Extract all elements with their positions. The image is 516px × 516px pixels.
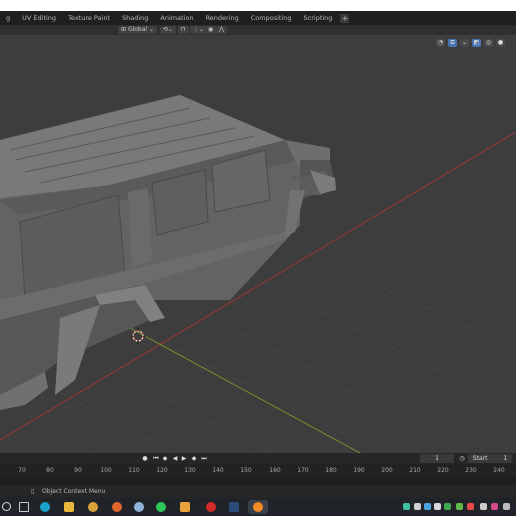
model-emblem: 〰 bbox=[292, 175, 297, 181]
timeline-tick: 200 bbox=[381, 467, 393, 474]
media-app-icon[interactable] bbox=[178, 500, 192, 514]
viewport-scene: 〰 bbox=[0, 95, 516, 453]
blender-taskbar-icon[interactable] bbox=[248, 500, 268, 514]
snap-icon: ⋮⌄ bbox=[193, 26, 205, 33]
timeline-tick: 120 bbox=[156, 467, 168, 474]
timeline-tick: 110 bbox=[128, 467, 140, 474]
start-value: 1 bbox=[503, 455, 508, 462]
video-app-icon[interactable] bbox=[227, 500, 241, 514]
context-menu-hint: Object Context Menu bbox=[42, 488, 106, 495]
tab-uv-editing[interactable]: UV Editing bbox=[16, 11, 62, 25]
timeline-tick: 230 bbox=[465, 467, 477, 474]
tray-app-icon[interactable] bbox=[403, 503, 410, 510]
timeline-tick: 80 bbox=[46, 467, 54, 474]
tray-app2-icon[interactable] bbox=[491, 503, 498, 510]
search-icon[interactable] bbox=[0, 500, 14, 514]
playback-bar: ● ⏮ ◆ ◀ ▶ ◆ ⏭ 1 ◷ Start 1 bbox=[0, 453, 516, 464]
tray-volume-icon[interactable] bbox=[480, 503, 487, 510]
pivot-icon: ⟲⌄ bbox=[163, 26, 174, 33]
pivot-point-dropdown[interactable]: ⟲⌄ bbox=[160, 26, 177, 34]
next-key-icon[interactable]: ◆ bbox=[190, 455, 198, 463]
tray-green-icon[interactable] bbox=[444, 503, 451, 510]
view-icon[interactable]: ◔ bbox=[436, 38, 445, 47]
opera-icon[interactable] bbox=[204, 500, 218, 514]
record-icon[interactable]: ● bbox=[141, 455, 149, 463]
prev-key-icon[interactable]: ◆ bbox=[161, 455, 169, 463]
timeline-tick: 140 bbox=[212, 467, 224, 474]
timeline-tick: 180 bbox=[325, 467, 337, 474]
timeline-area[interactable] bbox=[0, 477, 516, 485]
3d-cursor-icon[interactable] bbox=[130, 328, 146, 344]
tray-chat-icon[interactable] bbox=[503, 503, 510, 510]
proportional-edit-toggle[interactable]: ◉ bbox=[205, 26, 217, 34]
file-explorer-icon[interactable] bbox=[62, 500, 76, 514]
jump-start-icon[interactable]: ⏮ bbox=[152, 455, 160, 463]
os-taskbar bbox=[0, 498, 516, 516]
timeline-tick: 170 bbox=[297, 467, 309, 474]
tray-cloud-icon[interactable] bbox=[434, 503, 441, 510]
timeline-tick: 70 bbox=[18, 467, 26, 474]
play-icon[interactable]: ▶ bbox=[180, 455, 188, 463]
current-frame-field[interactable]: 1 bbox=[420, 454, 454, 463]
timeline-tick: 220 bbox=[437, 467, 449, 474]
mouse-icon: ▯ bbox=[31, 488, 35, 495]
timeline-tick: 100 bbox=[100, 467, 112, 474]
start-label: Start bbox=[472, 455, 488, 462]
shading-solid-icon[interactable]: ● bbox=[496, 38, 505, 47]
firefox-icon[interactable] bbox=[110, 500, 124, 514]
orientation-label: Global bbox=[127, 26, 148, 33]
whatsapp-icon[interactable] bbox=[154, 500, 168, 514]
task-view-icon[interactable] bbox=[17, 500, 31, 514]
stopwatch-icon[interactable]: ◷ bbox=[458, 455, 466, 463]
status-bar: ▯ Object Context Menu bbox=[0, 485, 516, 498]
start-frame-field[interactable]: Start 1 bbox=[468, 454, 512, 463]
tab-rendering[interactable]: Rendering bbox=[200, 11, 245, 25]
tray-lock-icon[interactable] bbox=[414, 503, 421, 510]
tab-texture-paint[interactable]: Texture Paint bbox=[62, 11, 116, 25]
3d-viewport[interactable]: 〰 bbox=[0, 35, 516, 453]
tray-notification-icon[interactable] bbox=[467, 503, 474, 510]
workspace-tab-bar: g UV Editing Texture Paint Shading Anima… bbox=[0, 11, 516, 25]
tray-network-icon[interactable] bbox=[456, 503, 463, 510]
timeline-tick: 130 bbox=[184, 467, 196, 474]
play-reverse-icon[interactable]: ◀ bbox=[171, 455, 179, 463]
timeline-tick: 190 bbox=[353, 467, 365, 474]
viewport-header: ⊞ Global ⌄ ⟲⌄ ⊓ ⋮⌄ ◉ ⋀ bbox=[0, 25, 516, 35]
snap-toggle[interactable]: ⊓ bbox=[178, 26, 189, 34]
tab-compositing[interactable]: Compositing bbox=[245, 11, 298, 25]
proportional-icon: ◉ bbox=[208, 26, 214, 33]
timeline-tick: 210 bbox=[409, 467, 421, 474]
xray-icon[interactable]: ◩ bbox=[472, 38, 481, 47]
tab-layout[interactable]: g bbox=[0, 11, 16, 25]
add-workspace-button[interactable]: + bbox=[340, 13, 350, 23]
orientation-icon: ⊞ bbox=[121, 26, 128, 33]
viewport-overlays: ◔ ⧉ ⌄ ◩ ◎ ● bbox=[436, 38, 505, 47]
edge-icon[interactable] bbox=[38, 500, 52, 514]
falloff-icon: ⋀ bbox=[219, 26, 224, 33]
timeline-tick: 150 bbox=[240, 467, 252, 474]
chrome-icon[interactable] bbox=[86, 500, 100, 514]
jump-end-icon[interactable]: ⏭ bbox=[200, 455, 208, 463]
window-top-strip bbox=[0, 0, 516, 11]
magnet-icon: ⊓ bbox=[181, 26, 186, 33]
tray-monitor-icon[interactable] bbox=[424, 503, 431, 510]
tab-animation[interactable]: Animation bbox=[154, 11, 199, 25]
settings-app-icon[interactable] bbox=[132, 500, 146, 514]
tab-scripting[interactable]: Scripting bbox=[298, 11, 339, 25]
shading-wireframe-icon[interactable]: ◎ bbox=[484, 38, 493, 47]
tab-shading[interactable]: Shading bbox=[116, 11, 154, 25]
falloff-dropdown[interactable]: ⋀ bbox=[216, 26, 227, 34]
jeep-model[interactable]: 〰 bbox=[0, 95, 336, 410]
timeline-tick: 90 bbox=[74, 467, 82, 474]
timeline-tick: 160 bbox=[269, 467, 281, 474]
overlay-dropdown-icon[interactable]: ⌄ bbox=[460, 38, 469, 47]
transform-orientation-dropdown[interactable]: ⊞ Global ⌄ bbox=[118, 26, 158, 34]
overlay-icon[interactable]: ⧉ bbox=[448, 38, 457, 47]
timeline-tick: 240 bbox=[493, 467, 505, 474]
chevron-down-icon: ⌄ bbox=[147, 26, 155, 33]
timeline-ruler[interactable]: 70 80 90 100 110 120 130 140 150 160 170… bbox=[0, 464, 516, 477]
